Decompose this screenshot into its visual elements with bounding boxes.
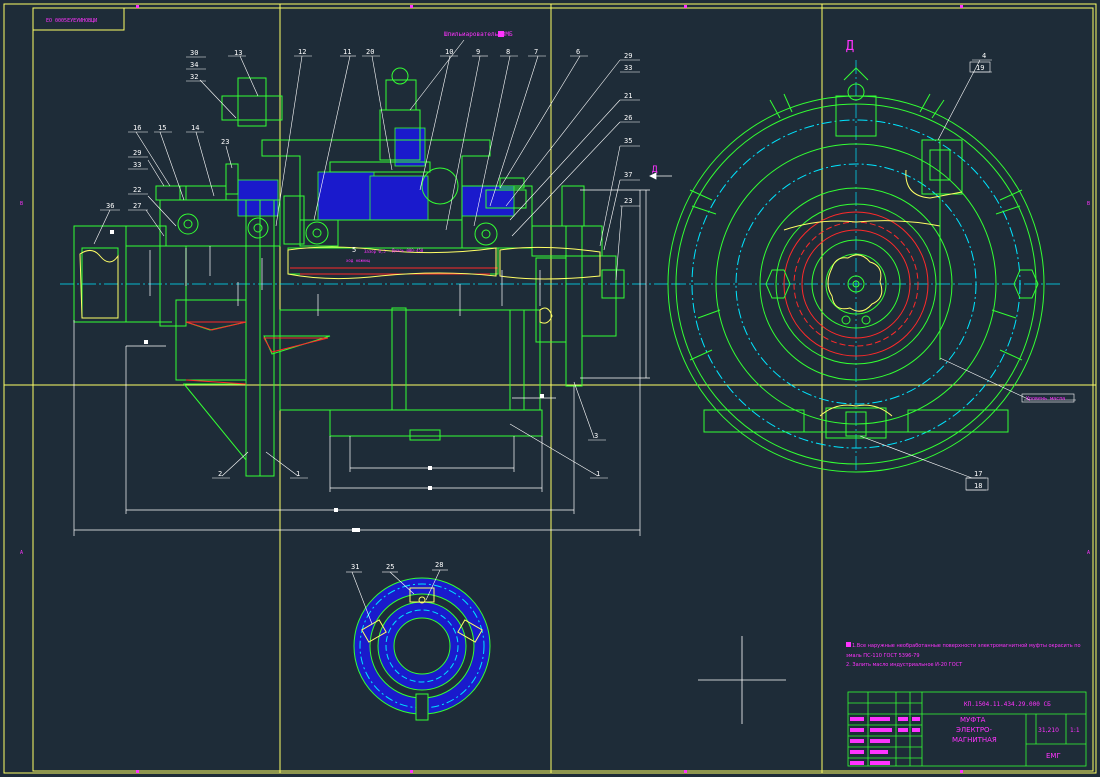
- zone-left-top: В: [20, 201, 23, 207]
- title-name-3: МАГНИТНАЯ: [952, 736, 997, 744]
- yellow-wave: [79, 246, 601, 324]
- main-section-view: 30 34 32 13 12 11 20 10 9 8 7 6 29 33 21…: [60, 31, 680, 536]
- callout-29b: 29: [133, 149, 141, 157]
- callout-33b: 33: [133, 161, 141, 169]
- note-line-1: 1.Все наружные необработанные поверхност…: [852, 642, 1081, 649]
- callout-28: 28: [435, 561, 443, 569]
- callout-2: 2: [218, 470, 222, 478]
- callout-37: 37: [624, 171, 632, 179]
- callout-25: 25: [386, 563, 394, 571]
- callout-1b: 1: [596, 470, 600, 478]
- cad-drawing-canvas: ЕО 0005ЕУЕУИНОВЦИ В А В А 30 34 32 13 12…: [3, 3, 1097, 774]
- oil-level-note: Уровень масла: [1026, 396, 1065, 402]
- callout-underlines: [100, 55, 640, 479]
- note-line-3: 2. Залить масло индустриальное И-20 ГОСТ: [846, 662, 963, 668]
- callout-17: 17: [974, 470, 982, 478]
- end-view-d: Д 4 19 17 18 Уровень масла: [667, 39, 1076, 491]
- callout-3: 3: [594, 432, 598, 440]
- callout-15: 15: [158, 124, 166, 132]
- cursor-crosshair: [698, 636, 786, 724]
- gap-note: Зазор 0,5: [364, 249, 386, 254]
- callout-numbers: 30 34 32 13 12 11 20 10 9 8 7 6 29 33 21…: [106, 48, 632, 478]
- gap-note-2: ход ножниц: [346, 258, 371, 263]
- scale-value: 1:1: [1070, 727, 1080, 734]
- callout-36: 36: [106, 202, 114, 210]
- callout-4: 4: [982, 52, 986, 60]
- callout-21: 21: [624, 92, 632, 100]
- callout-22: 22: [133, 186, 141, 194]
- callout-29a: 29: [624, 52, 632, 60]
- red-hatch: [185, 267, 498, 385]
- part-outlines: [73, 67, 625, 477]
- mass-value: 31,210: [1038, 727, 1059, 734]
- zone-right-bottom: А: [1087, 550, 1090, 556]
- callout-6: 6: [576, 48, 580, 56]
- callout-11: 11: [343, 48, 351, 56]
- rotate-note: Диаль 000-450: [392, 248, 424, 253]
- magnet-fill: [237, 127, 515, 221]
- title-name-1: МУФТА: [960, 716, 986, 724]
- title-name-2: ЭЛЕКТРО-: [956, 726, 993, 734]
- callout-34: 34: [190, 61, 198, 69]
- top-note-marker: [498, 31, 504, 37]
- drawing-stamp: ЕО 0005ЕУЕУИНОВЦИ: [46, 18, 97, 24]
- callout-23a: 23: [624, 197, 632, 205]
- callout-10: 10: [445, 48, 453, 56]
- callout-19: 19: [976, 64, 984, 72]
- drawing-code: КП.1504.11.434.29.000 СБ: [964, 701, 1051, 708]
- callout-26: 26: [624, 114, 632, 122]
- callout-12: 12: [298, 48, 306, 56]
- callout-20: 20: [366, 48, 374, 56]
- dimension-marks: [110, 230, 544, 532]
- callout-8: 8: [506, 48, 510, 56]
- callout-14: 14: [191, 124, 199, 132]
- callout-16: 16: [133, 124, 141, 132]
- organization: ЕМГ: [1046, 752, 1061, 760]
- callout-30: 30: [190, 49, 198, 57]
- callout-31: 31: [351, 563, 359, 571]
- drawing-frame: [3, 3, 1097, 774]
- zone-right-top: В: [1087, 201, 1090, 207]
- callout-35: 35: [624, 137, 632, 145]
- circular-section: [346, 569, 491, 721]
- technical-notes: 1.Все наружные необработанные поверхност…: [846, 642, 1081, 668]
- callout-32: 32: [190, 73, 198, 81]
- note-line-2: эмаль ПС-110 ГОСТ 5396-79: [846, 653, 920, 659]
- callout-7: 7: [534, 48, 538, 56]
- callout-18: 18: [974, 482, 982, 490]
- zone-left-bottom: А: [20, 550, 23, 556]
- callout-1a: 1: [296, 470, 300, 478]
- view-label: Д: [846, 39, 854, 54]
- callout-9: 9: [476, 48, 480, 56]
- callout-23b: 23: [221, 138, 229, 146]
- callout-5: 5: [352, 246, 356, 254]
- callout-27: 27: [133, 202, 141, 210]
- callout-33a: 33: [624, 64, 632, 72]
